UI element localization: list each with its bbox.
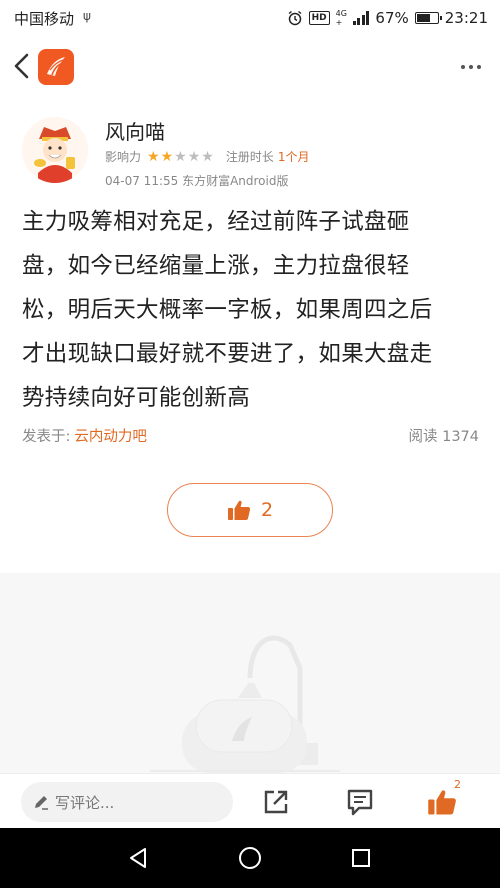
share-icon bbox=[264, 790, 288, 814]
empty-illustration bbox=[150, 635, 340, 773]
star-filled-icon: ★ bbox=[147, 148, 160, 165]
star-empty-icon: ★ bbox=[187, 148, 201, 165]
triangle-back-icon bbox=[130, 848, 146, 868]
bar-link[interactable]: 云内动力吧 bbox=[74, 429, 147, 445]
nav-home-button[interactable] bbox=[234, 842, 266, 874]
system-nav-bar bbox=[0, 828, 500, 888]
usb-icon: ψ bbox=[83, 9, 91, 23]
like-button[interactable]: 2 bbox=[167, 483, 333, 537]
status-icons: HD 4G + 67% 23:21 bbox=[287, 7, 488, 29]
signal-icon bbox=[352, 11, 370, 25]
circle-home-icon bbox=[239, 847, 261, 869]
status-bar: 中国移动 ψ HD 4G + 67% 23:21 bbox=[0, 0, 500, 36]
square-recents-icon bbox=[352, 849, 370, 867]
influence-stars: ★ ★ ★ ★ ★ bbox=[147, 150, 214, 164]
post-line: 才出现缺口最好就不要进了，如果大盘走 bbox=[22, 341, 433, 367]
comment-button[interactable] bbox=[342, 784, 378, 820]
post-line: 主力吸筹相对充足，经过前阵子试盘砸 bbox=[22, 209, 410, 235]
network-sub-label: + bbox=[335, 18, 343, 27]
post-timestamp: 04-07 11:55 东方财富Android版 bbox=[105, 174, 289, 188]
comment-placeholder: 写评论... bbox=[55, 793, 115, 812]
like-badge: 2 bbox=[454, 778, 461, 791]
avatar[interactable] bbox=[22, 117, 88, 183]
influence-label: 影响力 bbox=[105, 150, 142, 164]
hd-icon: HD bbox=[308, 11, 330, 25]
clock: 23:21 bbox=[444, 9, 488, 27]
read-count: 阅读 1374 bbox=[408, 429, 479, 445]
bottom-action-bar: 写评论... 2 bbox=[0, 773, 500, 828]
posted-in-label: 发表于: bbox=[22, 429, 71, 445]
battery-icon bbox=[414, 12, 442, 24]
nav-recents-button[interactable] bbox=[345, 842, 377, 874]
post-line: 松，明后天大概率一字板，如果周四之后 bbox=[22, 297, 433, 323]
top-header bbox=[0, 36, 500, 96]
carrier-name: 中国移动 bbox=[14, 10, 75, 28]
comment-icon bbox=[347, 789, 373, 816]
star-empty-icon: ★ bbox=[201, 148, 214, 165]
network-type-label: 4G bbox=[335, 9, 347, 18]
author-meta: 影响力 ★ ★ ★ ★ ★ 注册时长 1个月 bbox=[105, 148, 309, 165]
posted-in: 发表于: 云内动力吧 bbox=[22, 425, 147, 446]
battery-percent: 67% bbox=[375, 9, 409, 27]
author-name[interactable]: 风向喵 bbox=[105, 116, 165, 145]
thumbs-up-icon bbox=[227, 500, 251, 520]
like-count: 2 bbox=[260, 499, 274, 521]
star-filled-icon: ★ bbox=[160, 148, 174, 165]
pen-icon bbox=[35, 796, 48, 810]
comment-input[interactable]: 写评论... bbox=[21, 782, 233, 822]
empty-comments-area bbox=[0, 573, 500, 773]
nav-back-button[interactable] bbox=[123, 842, 155, 874]
more-dots-icon[interactable] bbox=[456, 52, 486, 82]
post-line: 势持续向好可能创新高 bbox=[22, 385, 251, 411]
back-button[interactable] bbox=[8, 48, 36, 84]
star-empty-icon: ★ bbox=[174, 148, 187, 165]
registered-label: 注册时长 bbox=[225, 150, 274, 164]
post-content: 主力吸筹相对充足，经过前阵子试盘砸 盘，如今已经缩量上涨，主力拉盘很轻 松，明后… bbox=[22, 200, 482, 420]
network-type-icon: 4G + bbox=[336, 9, 347, 27]
post-line: 盘，如今已经缩量上涨，主力拉盘很轻 bbox=[22, 253, 410, 279]
alarm-icon bbox=[288, 10, 302, 26]
share-button[interactable] bbox=[258, 784, 294, 820]
thumbs-up-icon bbox=[428, 790, 456, 815]
eastmoney-logo-icon[interactable] bbox=[38, 49, 74, 85]
registered-value: 1个月 bbox=[277, 150, 310, 164]
chevron-left-icon bbox=[14, 53, 29, 79]
